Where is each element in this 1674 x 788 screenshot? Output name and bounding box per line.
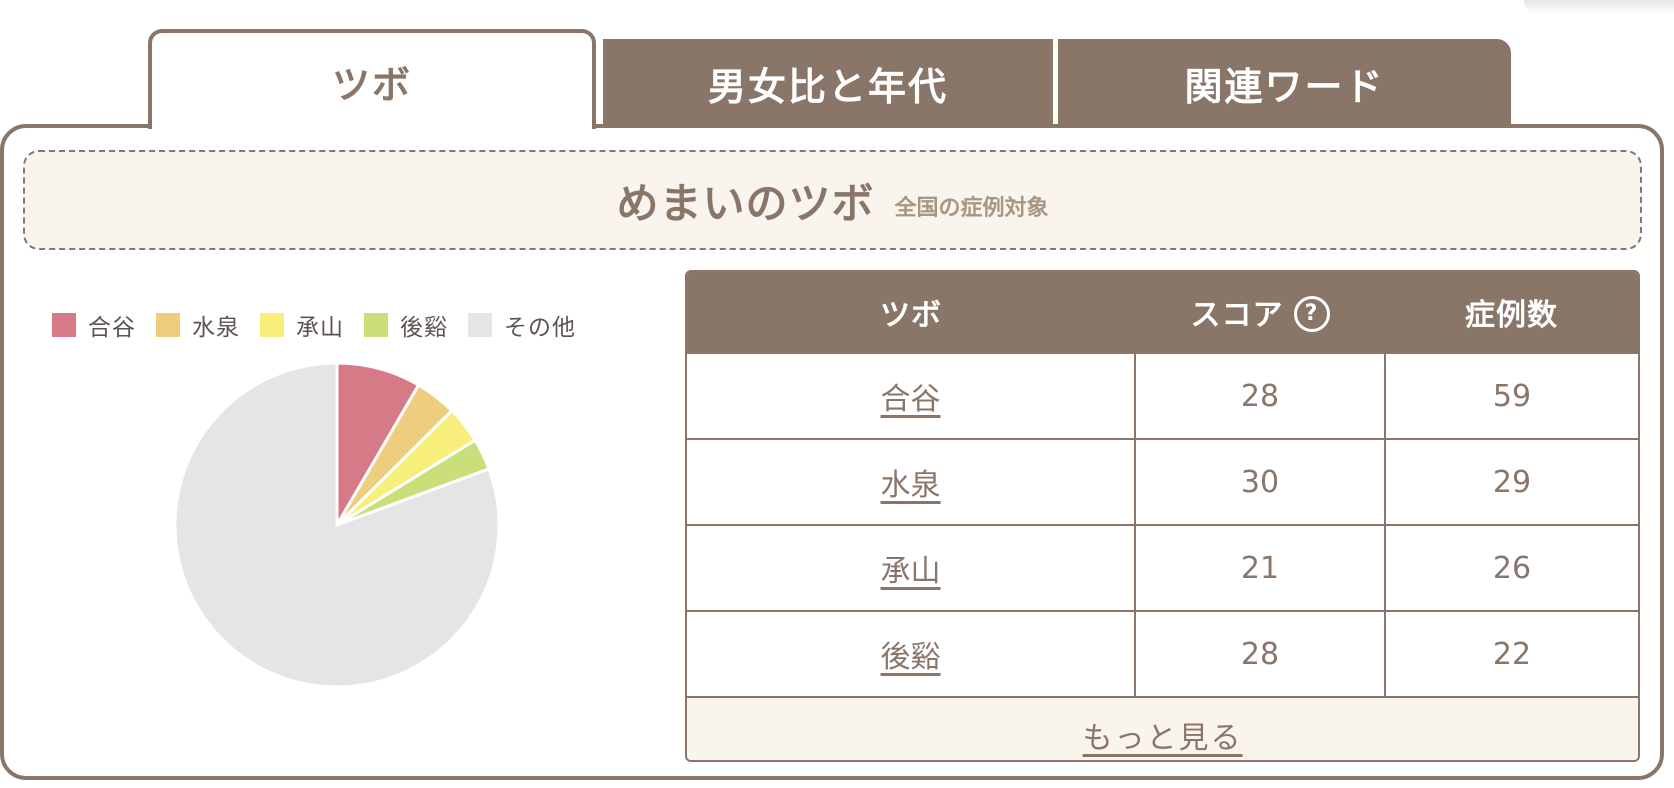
legend-label: 水泉 xyxy=(192,315,240,341)
tsubo-panel: めまいのツボ 全国の症例対象 合谷 水泉 承山 後谿 その他 ツボ スコア ? … xyxy=(0,124,1664,780)
tsubo-link-shozan[interactable]: 承山 xyxy=(881,554,941,589)
cell-cases: 26 xyxy=(1385,524,1638,611)
legend-swatch xyxy=(364,313,388,337)
legend-swatch xyxy=(260,313,284,337)
legend-item-shozan[interactable]: 承山 xyxy=(260,308,344,342)
cell-cases: 22 xyxy=(1385,610,1638,696)
header-score: スコア? xyxy=(1135,272,1385,353)
more-row: もっと見る xyxy=(687,696,1638,760)
table-header-row: ツボ スコア? 症例数 xyxy=(687,272,1638,353)
cell-score: 28 xyxy=(1135,352,1386,439)
legend-swatch xyxy=(468,313,492,337)
tab-related-words[interactable]: 関連ワード xyxy=(1058,39,1511,127)
header-tsubo: ツボ xyxy=(687,272,1135,353)
tab-gender-age[interactable]: 男女比と年代 xyxy=(603,39,1053,127)
page-title: めまいのツボ xyxy=(616,178,875,228)
question-circle-icon[interactable]: ? xyxy=(1293,295,1330,332)
page-subtitle: 全国の症例対象 xyxy=(894,196,1049,221)
tsubo-link-suisen[interactable]: 水泉 xyxy=(881,468,941,503)
legend-label: 承山 xyxy=(296,315,344,341)
more-link[interactable]: もっと見る xyxy=(1083,713,1243,757)
cell-cases: 29 xyxy=(1385,438,1638,525)
tsubo-link-gokoku[interactable]: 合谷 xyxy=(881,382,941,417)
cell-tsubo: 承山 xyxy=(687,524,1136,611)
legend-item-suisen[interactable]: 水泉 xyxy=(156,308,240,342)
table-row: 合谷 28 59 xyxy=(687,352,1638,439)
cell-score: 21 xyxy=(1135,524,1386,611)
table-row: 承山 21 26 xyxy=(687,524,1638,611)
pie-chart xyxy=(173,361,501,689)
tsubo-table: ツボ スコア? 症例数 合谷 28 59 水泉 30 29 承山 21 26 後… xyxy=(685,270,1640,762)
cell-cases: 59 xyxy=(1385,352,1638,439)
legend-item-other[interactable]: その他 xyxy=(468,308,576,342)
cell-tsubo: 合谷 xyxy=(687,352,1136,439)
legend-label: 合谷 xyxy=(88,315,136,341)
cell-score: 28 xyxy=(1135,610,1386,696)
cell-tsubo: 後谿 xyxy=(687,610,1136,696)
legend-label: 後谿 xyxy=(400,315,448,341)
chart-legend: 合谷 水泉 承山 後谿 その他 xyxy=(52,308,596,342)
header-score-label: スコア xyxy=(1190,298,1284,333)
cell-tsubo: 水泉 xyxy=(687,438,1136,525)
legend-swatch xyxy=(156,313,180,337)
top-shadow xyxy=(1524,0,1674,14)
tab-tsubo[interactable]: ツボ xyxy=(148,29,596,129)
tsubo-link-koukei[interactable]: 後谿 xyxy=(881,640,941,675)
legend-swatch xyxy=(52,313,76,337)
legend-item-koukei[interactable]: 後谿 xyxy=(364,308,448,342)
legend-item-gokoku[interactable]: 合谷 xyxy=(52,308,136,342)
cell-score: 30 xyxy=(1135,438,1386,525)
section-heading: めまいのツボ 全国の症例対象 xyxy=(23,150,1642,250)
table-row: 後谿 28 22 xyxy=(687,610,1638,696)
legend-label: その他 xyxy=(504,315,576,341)
header-cases: 症例数 xyxy=(1385,272,1638,353)
table-row: 水泉 30 29 xyxy=(687,438,1638,525)
